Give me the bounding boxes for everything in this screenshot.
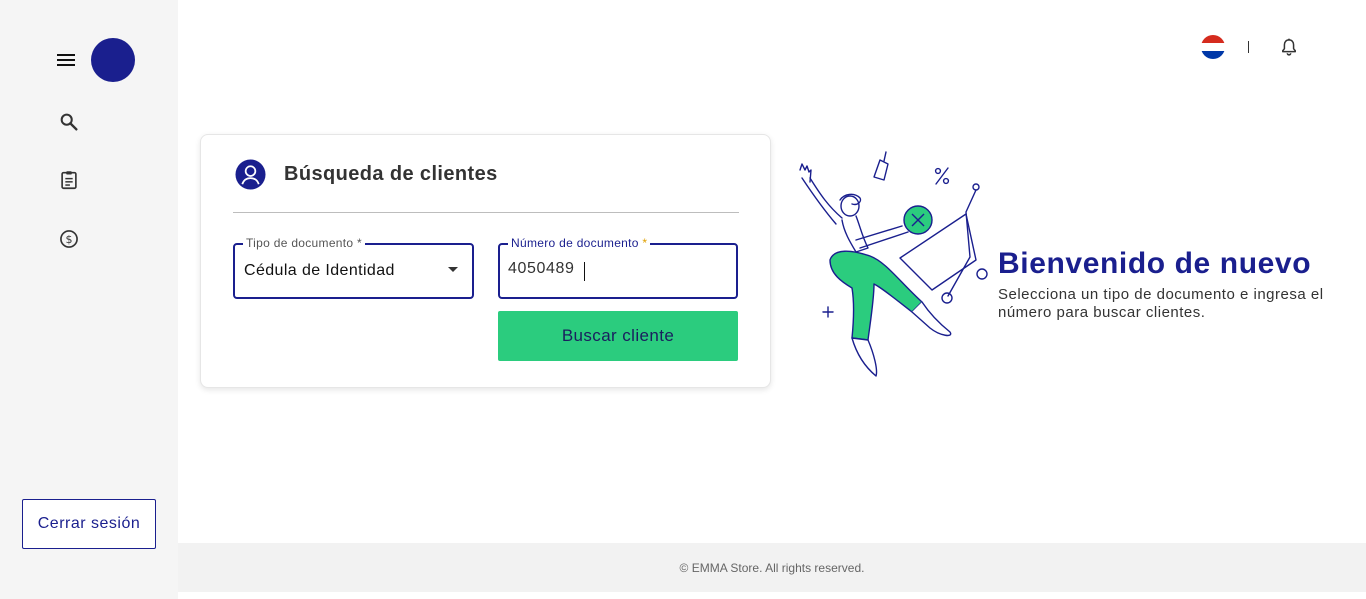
card-divider — [233, 212, 739, 213]
welcome-title: Bienvenido de nuevo — [998, 247, 1312, 280]
clipboard-icon[interactable] — [58, 169, 80, 191]
avatar[interactable] — [91, 38, 135, 82]
document-number-field[interactable]: Número de documento * — [498, 236, 738, 299]
logout-button[interactable]: Cerrar sesión — [22, 499, 156, 549]
client-search-card: Búsqueda de clientes Tipo de documento *… — [200, 134, 771, 388]
document-number-input[interactable] — [508, 260, 708, 278]
document-type-select[interactable]: Tipo de documento * Cédula de Identidad — [233, 236, 474, 299]
sidebar: $ Cerrar sesión — [0, 0, 178, 599]
menu-icon[interactable] — [57, 52, 77, 68]
bell-icon[interactable] — [1279, 37, 1299, 57]
app-root: $ Cerrar sesión Búsqueda de clientes Tip… — [0, 0, 1366, 599]
footer: © EMMA Store. All rights reserved. — [178, 543, 1366, 592]
document-number-label: Número de documento * — [508, 236, 651, 250]
document-type-label: Tipo de documento * — [243, 236, 366, 250]
welcome-subtitle: Selecciona un tipo de documento e ingres… — [998, 286, 1324, 321]
text-cursor — [584, 262, 585, 281]
search-icon[interactable] — [58, 111, 80, 133]
document-type-value: Cédula de Identidad — [244, 262, 395, 279]
dollar-icon[interactable]: $ — [58, 228, 80, 250]
header-divider — [1248, 41, 1249, 53]
search-client-button[interactable]: Buscar cliente — [498, 311, 738, 361]
svg-text:$: $ — [66, 233, 73, 246]
card-title: Búsqueda de clientes — [284, 163, 498, 185]
shopping-woman-illustration — [799, 151, 988, 377]
copyright-text: © EMMA Store. All rights reserved. — [679, 561, 865, 575]
caret-down-icon[interactable] — [448, 267, 458, 272]
language-flag-icon[interactable] — [1201, 35, 1225, 59]
user-circle-icon — [235, 159, 266, 190]
